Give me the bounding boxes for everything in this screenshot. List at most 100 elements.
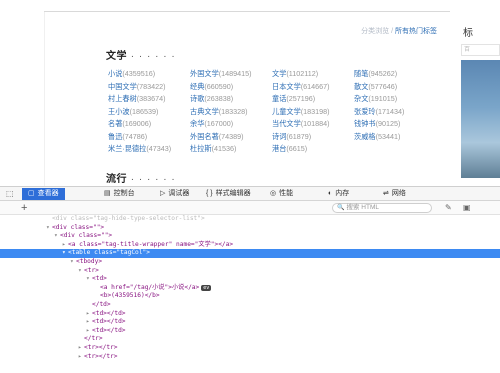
tag-item[interactable]: 张爱玲(171434) <box>354 107 436 120</box>
tag-count: (186539) <box>129 106 159 116</box>
add-node-button[interactable]: + <box>21 201 27 215</box>
tag-link[interactable]: 王小波 <box>108 107 130 116</box>
tag-item[interactable]: 杜拉斯(41536) <box>190 144 272 157</box>
tag-link[interactable]: 米兰·昆德拉 <box>108 144 146 153</box>
tab-style-editor[interactable]: { } 样式编辑器 <box>206 188 251 200</box>
tab-inspector[interactable]: ▢ 查看器 <box>22 188 65 200</box>
dom-node[interactable]: ▾ <div class=""> <box>0 232 500 241</box>
tag-link[interactable]: 经典 <box>190 82 204 91</box>
tag-item[interactable]: 王小波(186539) <box>108 107 190 120</box>
dom-node[interactable]: ▸ <tr></tr> <box>0 353 500 362</box>
tag-link[interactable]: 诗词 <box>272 132 286 141</box>
tag-count: (660590) <box>204 81 234 91</box>
tab-performance[interactable]: ◎ 性能 <box>270 188 293 200</box>
tag-item[interactable]: 钱钟书(90125) <box>354 119 436 132</box>
tag-link[interactable]: 日本文学 <box>272 82 301 91</box>
tag-item[interactable]: 中国文学(783422) <box>108 82 190 95</box>
tag-link[interactable]: 村上春树 <box>108 94 137 103</box>
tag-link[interactable]: 张爱玲 <box>354 107 376 116</box>
tag-item[interactable]: 随笔(945262) <box>354 69 436 82</box>
dom-node[interactable]: </tr> <box>0 335 500 344</box>
dom-node[interactable]: ▸ <td></td> <box>0 310 500 319</box>
tag-item[interactable]: 外国文学(1489415) <box>190 69 272 82</box>
tag-link[interactable]: 余华 <box>190 119 204 128</box>
tag-item[interactable]: 散文(577646) <box>354 82 436 95</box>
dom-node[interactable]: ▸ <a class="tag-title-wrapper" name="文学">… <box>0 241 500 250</box>
tag-link[interactable]: 杜拉斯 <box>190 144 212 153</box>
tag-item[interactable]: 名著(169006) <box>108 119 190 132</box>
section-title-dots: · · · · · · <box>127 51 176 62</box>
toggle-sidebar-icon[interactable]: ▣ <box>463 202 471 214</box>
side-banner-image[interactable] <box>461 60 500 178</box>
tag-count: (383674) <box>136 94 166 103</box>
tag-link[interactable]: 外国名著 <box>190 132 219 141</box>
tag-item[interactable]: 儿童文学(183198) <box>272 107 354 120</box>
tag-link[interactable]: 杂文 <box>354 94 368 103</box>
html-search-input[interactable]: 🔍 搜索 HTML <box>332 203 432 213</box>
dom-node-text: <a class="tag-title-wrapper" name="文学"><… <box>68 240 234 248</box>
tab-memory[interactable]: ◐ 内存 <box>328 188 349 200</box>
tab-network[interactable]: ⇌ 网络 <box>383 188 406 200</box>
tag-item[interactable]: 经典(660590) <box>190 82 272 95</box>
tag-item[interactable]: 外国名著(74389) <box>190 132 272 145</box>
dom-node-text: <div class=""> <box>52 223 105 231</box>
tag-link[interactable]: 钱钟书 <box>354 119 376 128</box>
tag-link[interactable]: 文学 <box>272 69 286 78</box>
dom-node[interactable]: ▸ <td></td> <box>0 318 500 327</box>
tag-item[interactable]: 诗歌(263838) <box>190 94 272 107</box>
dom-node-text: </tr> <box>84 335 103 343</box>
tag-link[interactable]: 港台 <box>272 144 286 153</box>
tag-item[interactable]: 日本文学(614667) <box>272 82 354 95</box>
tag-link[interactable]: 茨威格 <box>354 132 376 141</box>
tag-link[interactable]: 当代文学 <box>272 119 301 128</box>
event-badge[interactable]: ev <box>201 284 212 291</box>
tag-link[interactable]: 名著 <box>108 119 122 128</box>
dom-node[interactable]: ▾ <div class=""> <box>0 224 500 233</box>
tab-console[interactable]: ▤ 控制台 <box>104 188 135 200</box>
tag-item[interactable]: 童话(257196) <box>272 94 354 107</box>
tag-link[interactable]: 中国文学 <box>108 82 137 91</box>
dom-node[interactable]: </td> <box>0 301 500 310</box>
dom-node[interactable]: ▸ <td></td> <box>0 327 500 336</box>
breadcrumb-all-tags-link[interactable]: 所有热门标签 <box>395 28 437 35</box>
tag-item[interactable]: 余华(167000) <box>190 119 272 132</box>
tab-label: 网络 <box>391 190 406 197</box>
tag-item[interactable]: 村上春树(383674) <box>108 94 190 107</box>
tag-link[interactable]: 古典文学 <box>190 107 219 116</box>
tag-link[interactable]: 随笔 <box>354 69 368 78</box>
tag-link[interactable]: 童话 <box>272 94 286 103</box>
tag-item[interactable]: 茨威格(53441) <box>354 132 436 145</box>
tag-item[interactable]: 古典文学(183328) <box>190 107 272 120</box>
dom-node[interactable]: ▾ <tr> <box>0 267 500 276</box>
side-search-input[interactable]: 百 <box>461 44 500 56</box>
tag-item[interactable]: 鲁迅(74786) <box>108 132 190 145</box>
tag-count: (4359516) <box>122 69 156 78</box>
tag-item[interactable]: 港台(6615) <box>272 144 354 157</box>
tag-link[interactable]: 儿童文学 <box>272 107 301 116</box>
tag-link[interactable]: 诗歌 <box>190 94 204 103</box>
tag-count: (47343) <box>146 144 172 153</box>
dom-node-selected[interactable]: ▾ <table class="tagCol"> <box>0 249 500 258</box>
tag-link[interactable]: 小说 <box>108 69 122 78</box>
tab-debugger[interactable]: ▷ 调试器 <box>160 188 189 200</box>
tag-link[interactable]: 外国文学 <box>190 69 219 78</box>
tag-count: (53441) <box>375 131 401 141</box>
tag-item[interactable]: 杂文(191015) <box>354 94 436 107</box>
tag-item[interactable]: 文学(1102112) <box>272 69 354 82</box>
section-title-literature: 文学 · · · · · · <box>106 47 176 62</box>
tag-item[interactable]: 当代文学(101884) <box>272 119 354 132</box>
element-picker-icon[interactable]: ⬚ <box>6 188 14 200</box>
eyedropper-icon[interactable]: ✎ <box>445 202 452 214</box>
tag-item[interactable]: 诗词(61879) <box>272 132 354 145</box>
dom-node[interactable]: <div class="tag-hide-type-selector-list"… <box>0 215 500 224</box>
tag-link[interactable]: 鲁迅 <box>108 132 122 141</box>
dom-node[interactable]: ▾ <td> <box>0 275 500 284</box>
tag-item[interactable]: 小说(4359516) <box>108 69 190 82</box>
tag-count: (614667) <box>300 81 330 91</box>
dom-node[interactable]: ▸ <tr></tr> <box>0 344 500 353</box>
dom-node[interactable]: <a href="/tag/小说">小说</a> ev <box>0 284 500 293</box>
dom-node[interactable]: <b>(4359516)</b> <box>0 292 500 301</box>
dom-node[interactable]: ▾ <tbody> <box>0 258 500 267</box>
tag-link[interactable]: 散文 <box>354 82 368 91</box>
tag-item[interactable]: 米兰·昆德拉(47343) <box>108 144 190 157</box>
